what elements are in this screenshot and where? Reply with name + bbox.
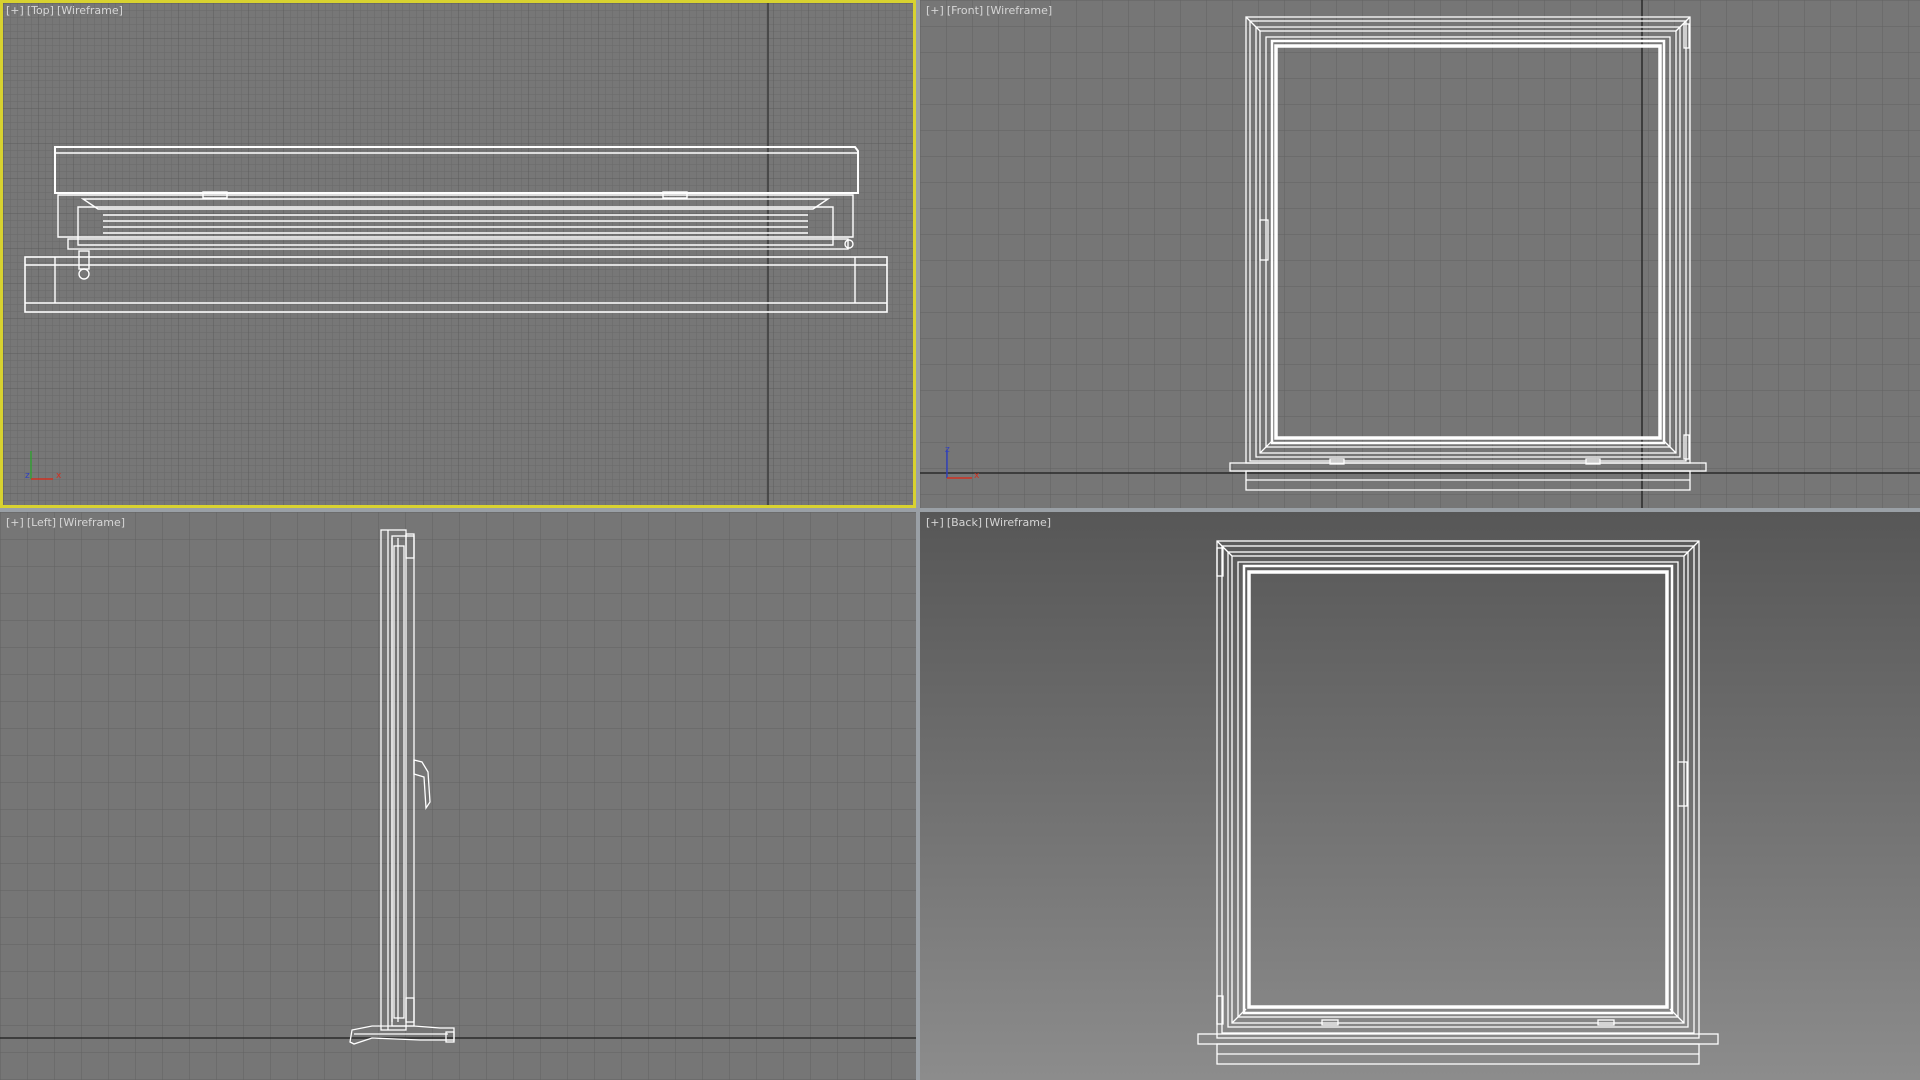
viewport-menu-plus[interactable]: [+] — [6, 516, 24, 529]
viewport-front[interactable]: z x [+] [Front] [Wireframe] — [920, 0, 1920, 508]
axis-label-z: z — [25, 471, 30, 481]
viewport-view-name[interactable]: [Front] — [947, 4, 983, 17]
viewport-back-canvas[interactable] — [920, 512, 1920, 1080]
viewport-front-canvas[interactable]: z x — [920, 0, 1920, 508]
viewport-top-canvas[interactable] — [3, 3, 913, 505]
viewport-view-name[interactable]: [Back] — [947, 516, 982, 529]
viewport-top-label[interactable]: [+] [Top] [Wireframe] — [6, 4, 126, 17]
viewport-shading-mode[interactable]: [Wireframe] — [986, 4, 1052, 17]
viewport-left-label[interactable]: [+] [Left] [Wireframe] — [6, 516, 128, 529]
axis-tripod-icon: z x — [25, 451, 62, 481]
viewport-left-canvas[interactable] — [0, 512, 916, 1080]
grid — [0, 512, 916, 1080]
viewport-back-label[interactable]: [+] [Back] [Wireframe] — [926, 516, 1054, 529]
viewport-view-name[interactable]: [Left] — [27, 516, 56, 529]
viewport-back[interactable]: [+] [Back] [Wireframe] — [920, 512, 1920, 1080]
viewport-shading-mode[interactable]: [Wireframe] — [57, 4, 123, 17]
viewport-top[interactable]: [+] [Top] [Wireframe] z x — [0, 0, 916, 508]
viewport-front-label[interactable]: [+] [Front] [Wireframe] — [926, 4, 1055, 17]
viewport-view-name[interactable]: [Top] — [27, 4, 54, 17]
window-back-wireframe — [1197, 540, 1719, 1065]
axis-label-x: x — [56, 471, 62, 481]
viewport-menu-plus[interactable]: [+] — [926, 4, 944, 17]
grid — [920, 0, 1920, 508]
viewport-shading-mode[interactable]: [Wireframe] — [59, 516, 125, 529]
viewport-shading-mode[interactable]: [Wireframe] — [985, 516, 1051, 529]
viewport-left[interactable]: [+] [Left] [Wireframe] — [0, 512, 916, 1080]
viewport-menu-plus[interactable]: [+] — [6, 4, 24, 17]
axis-label-z: z — [945, 445, 950, 455]
grid — [3, 3, 913, 505]
axis-label-x: x — [974, 471, 980, 481]
viewport-menu-plus[interactable]: [+] — [926, 516, 944, 529]
